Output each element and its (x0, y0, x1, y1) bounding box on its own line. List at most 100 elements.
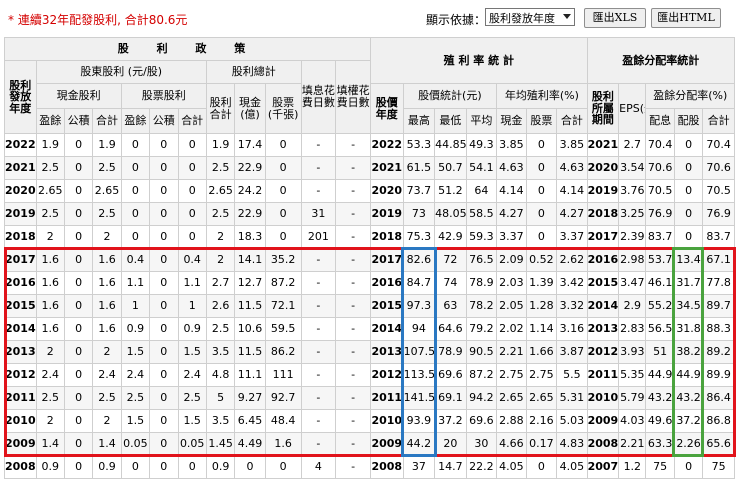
table-cell: 44.2 (402, 432, 436, 456)
table-cell: - (300, 133, 337, 157)
table-cell: 2010 (369, 409, 404, 433)
dividend-table-body: 2022 1.9 0 1.9 0 0 0 1.9 17.4 0- -2022 53.3 44.85 49.… (4, 133, 735, 479)
table-cell: 0 (525, 156, 558, 180)
avg-yield-header: 年均殖利率(%) (496, 83, 588, 109)
table-cell: 2019 (4, 202, 37, 226)
table-cell: 2015 (4, 294, 37, 318)
table-cell: 0 (149, 317, 179, 341)
export-html-button[interactable]: 匯出HTML (651, 8, 721, 28)
table-cell: 44.9 (673, 363, 704, 387)
table-cell: 2.5 (35, 386, 65, 410)
table-cell: 72.1 (264, 294, 302, 318)
table-cell: 1.5 (120, 340, 151, 364)
table-cell: - (300, 340, 337, 364)
table-cell: 84.7 (402, 271, 436, 295)
table-cell: - (300, 386, 337, 410)
table-cell: 1.6 (264, 432, 302, 456)
table-cell: 0 (264, 156, 302, 180)
table-cell: 0.4 (120, 248, 151, 272)
table-cell: 1.9 (35, 133, 65, 157)
dividend-notice: * 連續32年配發股利, 合計80.6元 (8, 13, 188, 27)
table-cell: 70.6 (702, 156, 735, 180)
table-cell: 87.2 (465, 363, 498, 387)
view-by-select[interactable]: 股利發放年度 (485, 8, 575, 26)
stock-dividend-header: 股票股利 (120, 83, 207, 109)
table-cell: 44.9 (645, 363, 675, 387)
table-cell: 2.5 (92, 156, 122, 180)
table-cell: 0 (149, 225, 179, 249)
table-cell: - (335, 271, 371, 295)
table-cell: 2015 (369, 294, 404, 318)
table-cell: 2010 (4, 409, 37, 433)
table-cell: 70.5 (702, 179, 735, 203)
table-cell: 0 (525, 455, 558, 479)
table-cell: 76.9 (702, 202, 735, 226)
table-cell: 0 (120, 156, 151, 180)
table-cell: 2016 (586, 248, 620, 272)
table-cell: 2.5 (205, 202, 236, 226)
table-cell: 0 (177, 225, 207, 249)
table-cell: 1.6 (35, 248, 65, 272)
table-cell: 3.87 (556, 340, 588, 364)
table-cell: - (335, 225, 371, 249)
table-cell: 4.66 (496, 432, 527, 456)
table-cell: 1.28 (525, 294, 558, 318)
table-cell: 2.75 (496, 363, 527, 387)
table-cell: 46.1 (645, 271, 675, 295)
table-cell: 0 (525, 133, 558, 157)
table-cell: 0 (149, 202, 179, 226)
table-cell: 76.9 (645, 202, 675, 226)
table-cell: - (300, 317, 337, 341)
table-cell: 11.5 (234, 340, 266, 364)
table-cell: 2021 (4, 156, 37, 180)
table-cell: 0 (673, 179, 704, 203)
payout-total-header: 合計 (702, 108, 735, 134)
table-row: 2013 2 0 2 1.5 0 1.5 3.5 11.5 86.2- -2013 107.5 78.9… (4, 340, 735, 364)
table-cell: 2015 (586, 271, 620, 295)
payout-cash-header: 配息 (645, 108, 675, 134)
table-cell: 48.4 (264, 409, 302, 433)
table-cell: 9.27 (234, 386, 266, 410)
view-by-selected-value: 股利發放年度 (489, 12, 555, 25)
table-cell: 69.1 (434, 386, 467, 410)
table-cell: 1.5 (177, 409, 207, 433)
table-cell: 93.9 (402, 409, 436, 433)
table-cell: 2008 (4, 455, 37, 479)
table-cell: 2.83 (618, 317, 647, 341)
table-cell: 5.35 (618, 363, 647, 387)
export-xls-button[interactable]: 匯出XLS (584, 8, 646, 28)
table-cell: 2017 (586, 225, 620, 249)
table-cell: 44.85 (434, 133, 467, 157)
table-cell: - (300, 271, 337, 295)
yield-stats-header: 殖 利 率 統 計 (369, 37, 588, 84)
table-cell: 0 (149, 133, 179, 157)
table-cell: 2022 (369, 133, 404, 157)
table-row: 2012 2.4 0 2.4 2.4 0 2.4 4.8 11.1 111- -2012 113.5 6… (4, 363, 735, 387)
table-row: 2019 2.5 0 2.5 0 0 0 2.5 22.9 0 31-2019 73 48.05 58.5… (4, 202, 735, 226)
table-cell: 1.6 (92, 271, 122, 295)
table-cell: 4.14 (556, 179, 588, 203)
shareholder-dividend-header: 股東股利 (元/股) (35, 60, 207, 84)
table-cell: 22.2 (465, 455, 498, 479)
table-cell: 90.5 (465, 340, 498, 364)
table-cell: 2.09 (496, 248, 527, 272)
dividend-policy-header: 股 利 政 策 (4, 37, 371, 61)
table-cell: 1.6 (92, 294, 122, 318)
table-cell: 2008 (586, 432, 620, 456)
table-cell: 18.3 (234, 225, 266, 249)
table-cell: 6.45 (234, 409, 266, 433)
chevron-down-icon (563, 14, 571, 19)
table-cell: 0.9 (92, 455, 122, 479)
table-cell: 17.4 (234, 133, 266, 157)
table-cell: 1.6 (35, 317, 65, 341)
table-row: 2018 2 0 2 0 0 0 2 18.3 0 201-2018 75.3 42.9 59.3 3.37… (4, 225, 735, 249)
table-cell: 3.37 (556, 225, 588, 249)
table-cell: 55.2 (645, 294, 675, 318)
table-cell: 0.9 (120, 317, 151, 341)
table-row: 2011 2.5 0 2.5 2.5 0 2.5 5 9.27 92.7- -2011 141.5 69… (4, 386, 735, 410)
table-cell: 94.2 (465, 386, 498, 410)
table-cell: 4.05 (496, 455, 527, 479)
table-cell: 1.45 (205, 432, 236, 456)
table-cell: 73.7 (402, 179, 436, 203)
table-cell: 0 (63, 455, 94, 479)
